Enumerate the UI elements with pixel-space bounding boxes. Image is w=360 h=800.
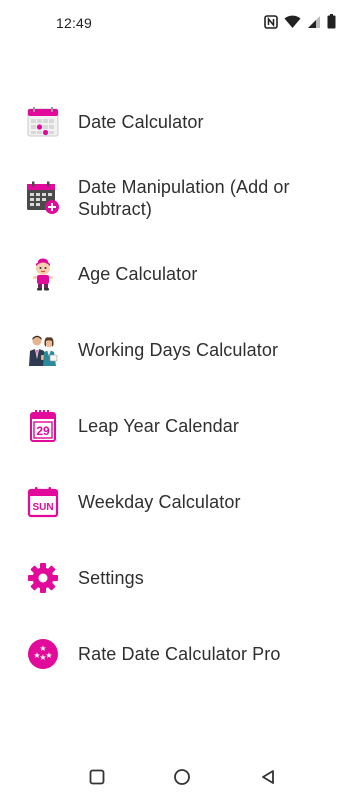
signal-icon [307, 15, 321, 29]
wifi-icon [284, 15, 301, 29]
menu-list: Date Calculator Date Manipulation (Add o… [0, 84, 360, 692]
svg-text:★: ★ [45, 651, 52, 660]
calendar-sun-icon: SUN [26, 485, 60, 519]
nfc-icon [264, 14, 278, 29]
back-triangle-icon [262, 770, 274, 784]
menu-item-age-calculator[interactable]: Age Calculator [0, 236, 360, 312]
app-screen: 12:49 Date Calculator Date Manipulation … [0, 0, 360, 800]
baby-icon [26, 257, 60, 291]
square-icon [89, 769, 105, 785]
system-navigation-bar [0, 754, 360, 800]
workers-icon [26, 333, 60, 367]
calendar-add-icon [26, 181, 60, 215]
menu-item-label: Date Manipulation (Add or Subtract) [78, 177, 290, 219]
status-bar: 12:49 [0, 0, 360, 48]
menu-item-rate-app[interactable]: ★ ★ ★ ★ Rate Date Calculator Pro [0, 616, 360, 692]
menu-item-leap-year-calendar[interactable]: 29 Leap Year Calendar [0, 388, 360, 464]
menu-item-label: Settings [78, 568, 144, 588]
calendar-sun-text: SUN [32, 502, 53, 513]
home-button[interactable] [169, 764, 195, 790]
menu-item-label: Age Calculator [78, 264, 198, 284]
menu-item-date-manipulation[interactable]: Date Manipulation (Add or Subtract) [0, 160, 360, 236]
gear-icon [26, 561, 60, 595]
calendar-icon [26, 105, 60, 139]
recents-button[interactable] [84, 764, 110, 790]
menu-item-settings[interactable]: Settings [0, 540, 360, 616]
calendar-29-icon: 29 [26, 409, 60, 443]
battery-icon [327, 14, 336, 29]
menu-item-label: Leap Year Calendar [78, 416, 239, 436]
circle-icon [174, 769, 190, 785]
status-time: 12:49 [56, 15, 93, 31]
menu-item-label: Weekday Calculator [78, 492, 241, 512]
menu-item-date-calculator[interactable]: Date Calculator [0, 84, 360, 160]
menu-item-label: Rate Date Calculator Pro [78, 644, 281, 664]
back-button[interactable] [255, 764, 281, 790]
menu-item-weekday-calculator[interactable]: SUN Weekday Calculator [0, 464, 360, 540]
menu-item-label: Date Calculator [78, 112, 204, 132]
menu-item-label: Working Days Calculator [78, 340, 279, 360]
calendar-29-text: 29 [36, 424, 50, 438]
menu-item-working-days-calculator[interactable]: Working Days Calculator [0, 312, 360, 388]
rate-stars-icon: ★ ★ ★ ★ [26, 637, 60, 671]
status-icons [264, 14, 336, 29]
